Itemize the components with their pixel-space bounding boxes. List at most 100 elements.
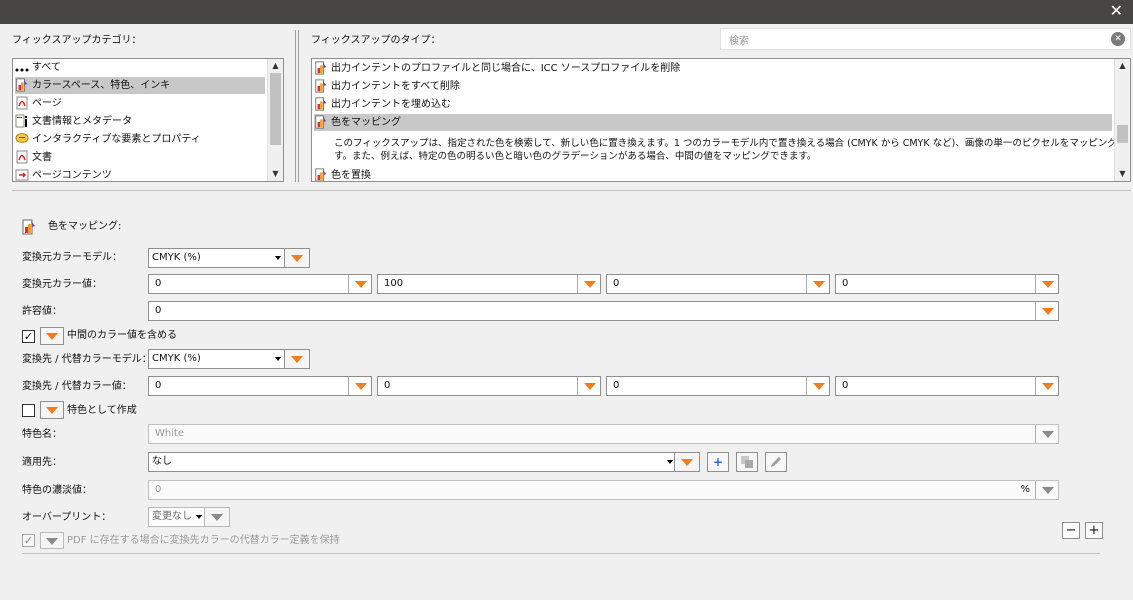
scroll-down-icon[interactable]: ▼ — [268, 167, 283, 181]
color-fixup-icon — [314, 61, 328, 75]
source-model-label: 変換元カラーモデル： — [22, 252, 122, 263]
type-description: このフィックスアップは、指定された色を検索して、新しい色に置き換えます。1 つの… — [334, 138, 1131, 162]
scroll-up-icon[interactable]: ▲ — [268, 59, 283, 73]
clear-search-icon[interactable]: ✕ — [1111, 32, 1125, 46]
category-item[interactable]: 文書 — [15, 149, 265, 166]
type-item[interactable]: 色をマッピング — [314, 114, 1112, 131]
overprint-label: オーバープリント： — [22, 512, 112, 523]
category-item-label: ページコンテンツ — [32, 170, 112, 181]
type-list[interactable]: 出力インテントのプロファイルと同じ場合に、ICC ソースプロファイルを削除出力イ… — [311, 58, 1131, 182]
type-item[interactable]: 色を置換 — [314, 167, 1112, 181]
create-spot-label: 特色として作成 — [67, 405, 137, 416]
overprint-dropdown-button[interactable] — [204, 507, 230, 527]
splitter-line — [298, 30, 299, 182]
overprint-select[interactable]: 変更なし — [148, 507, 206, 527]
category-item[interactable]: ページコンテンツ — [15, 167, 265, 181]
category-item-label: すべて — [32, 62, 61, 73]
edit-icon[interactable] — [765, 452, 787, 472]
add-rule-button[interactable]: + — [1085, 522, 1103, 539]
type-item-label: 出力インテントをすべて削除 — [331, 81, 460, 92]
detail-heading: 色をマッピング: — [48, 221, 122, 232]
type-item-label: 出力インテントを埋め込む — [331, 99, 451, 110]
source-value-4[interactable]: 0 — [835, 274, 1059, 294]
search-placeholder: 検索 — [729, 36, 749, 47]
apply-to-dropdown-button[interactable] — [674, 452, 700, 472]
dest-value-3[interactable]: 0 — [606, 376, 830, 396]
dest-values-label: 変換先 / 代替カラー値： — [22, 381, 132, 392]
type-item-label: 色を置換 — [331, 170, 371, 181]
category-item[interactable]: ページ — [15, 95, 265, 112]
type-item[interactable]: 出力インテントをすべて削除 — [314, 78, 1112, 95]
type-scrollbar[interactable]: ▲ ▼ — [1114, 59, 1130, 181]
ellipsis-icon — [15, 60, 29, 74]
remove-rule-button[interactable]: − — [1062, 522, 1080, 539]
tolerance-label: 許容値： — [22, 306, 62, 317]
keep-alt-label: PDF に存在する場合に変換先カラーの代替カラー定義を保持 — [67, 535, 340, 546]
category-scrollbar[interactable]: ▲ ▼ — [267, 59, 283, 181]
apply-to-label: 適用先： — [22, 457, 62, 468]
dest-value-1[interactable]: 0 — [148, 376, 372, 396]
dest-value-2[interactable]: 0 — [377, 376, 601, 396]
pdf-doc-icon — [15, 150, 29, 164]
type-item-label: 色をマッピング — [331, 117, 401, 128]
type-item[interactable]: 出力インテントのプロファイルと同じ場合に、ICC ソースプロファイルを削除 — [314, 60, 1112, 77]
dest-model-dropdown-button[interactable] — [284, 349, 310, 369]
dest-model-select[interactable]: CMYK (%) — [148, 349, 286, 369]
spot-tint-field[interactable]: 0 % — [148, 480, 1059, 500]
info-doc-icon — [15, 114, 29, 128]
include-intermediate-dropdown-button[interactable] — [40, 327, 64, 345]
source-value-2[interactable]: 100 — [377, 274, 601, 294]
pdf-page-icon — [15, 96, 29, 110]
color-fixup-icon — [22, 219, 36, 235]
category-label: フィックスアップカテゴリ： — [12, 35, 142, 46]
category-item[interactable]: カラースペース、特色、インキ — [15, 77, 265, 94]
scroll-thumb[interactable] — [1117, 125, 1128, 143]
keep-alt-checkbox[interactable]: ✓ — [22, 534, 35, 547]
dest-value-4[interactable]: 0 — [835, 376, 1059, 396]
scroll-down-icon[interactable]: ▼ — [1115, 167, 1130, 181]
category-item-label: カラースペース、特色、インキ — [32, 80, 171, 91]
source-values-label: 変換元カラー値： — [22, 279, 102, 290]
tolerance-field[interactable]: 0 — [148, 301, 1059, 321]
scroll-thumb[interactable] — [270, 73, 281, 145]
source-value-3[interactable]: 0 — [606, 274, 830, 294]
spot-tint-label: 特色の濃淡値： — [22, 485, 92, 496]
color-fixup-icon — [314, 115, 328, 129]
category-item-label: ページ — [32, 98, 62, 109]
source-model-select[interactable]: CMYK (%) — [148, 248, 286, 268]
apply-to-select[interactable]: なし — [148, 452, 678, 472]
spot-name-label: 特色名： — [22, 429, 62, 440]
comment-icon — [15, 132, 29, 146]
section-divider — [12, 190, 1131, 191]
category-item[interactable]: インタラクティブな要素とプロパティ — [15, 131, 265, 148]
percent-unit: % — [1020, 484, 1030, 495]
color-fixup-icon — [314, 79, 328, 93]
category-item-label: 文書情報とメタデータ — [32, 116, 132, 127]
include-intermediate-label: 中間のカラー値を含める — [67, 330, 177, 341]
close-icon[interactable]: ✕ — [1110, 1, 1123, 21]
title-bar — [0, 0, 1133, 24]
include-intermediate-checkbox[interactable]: ✓ — [22, 330, 35, 343]
color-fixup-icon — [314, 97, 328, 111]
bottom-divider — [22, 553, 1100, 554]
source-model-dropdown-button[interactable] — [284, 248, 310, 268]
splitter[interactable] — [295, 30, 296, 182]
color-fixup-icon — [314, 168, 328, 181]
spot-name-field[interactable]: White — [148, 424, 1059, 444]
keep-alt-dropdown-button[interactable] — [40, 532, 64, 549]
create-spot-dropdown-button[interactable] — [40, 401, 64, 419]
category-list[interactable]: すべてカラースペース、特色、インキ ページ文書情報とメタデータインタラクティブな要… — [12, 58, 284, 182]
duplicate-icon[interactable] — [736, 452, 758, 472]
category-item[interactable]: 文書情報とメタデータ — [15, 113, 265, 130]
page-content-icon — [15, 168, 29, 181]
category-item[interactable]: すべて — [15, 59, 265, 76]
dest-model-label: 変換先 / 代替カラーモデル： — [22, 354, 152, 365]
scroll-up-icon[interactable]: ▲ — [1115, 59, 1130, 73]
type-label: フィックスアップのタイプ： — [311, 35, 441, 46]
add-icon[interactable]: + — [707, 452, 729, 472]
source-value-1[interactable]: 0 — [148, 274, 372, 294]
create-spot-checkbox[interactable] — [22, 404, 35, 417]
category-item-label: 文書 — [32, 152, 52, 163]
search-input[interactable]: 検索 ✕ — [720, 28, 1131, 50]
type-item[interactable]: 出力インテントを埋め込む — [314, 96, 1112, 113]
